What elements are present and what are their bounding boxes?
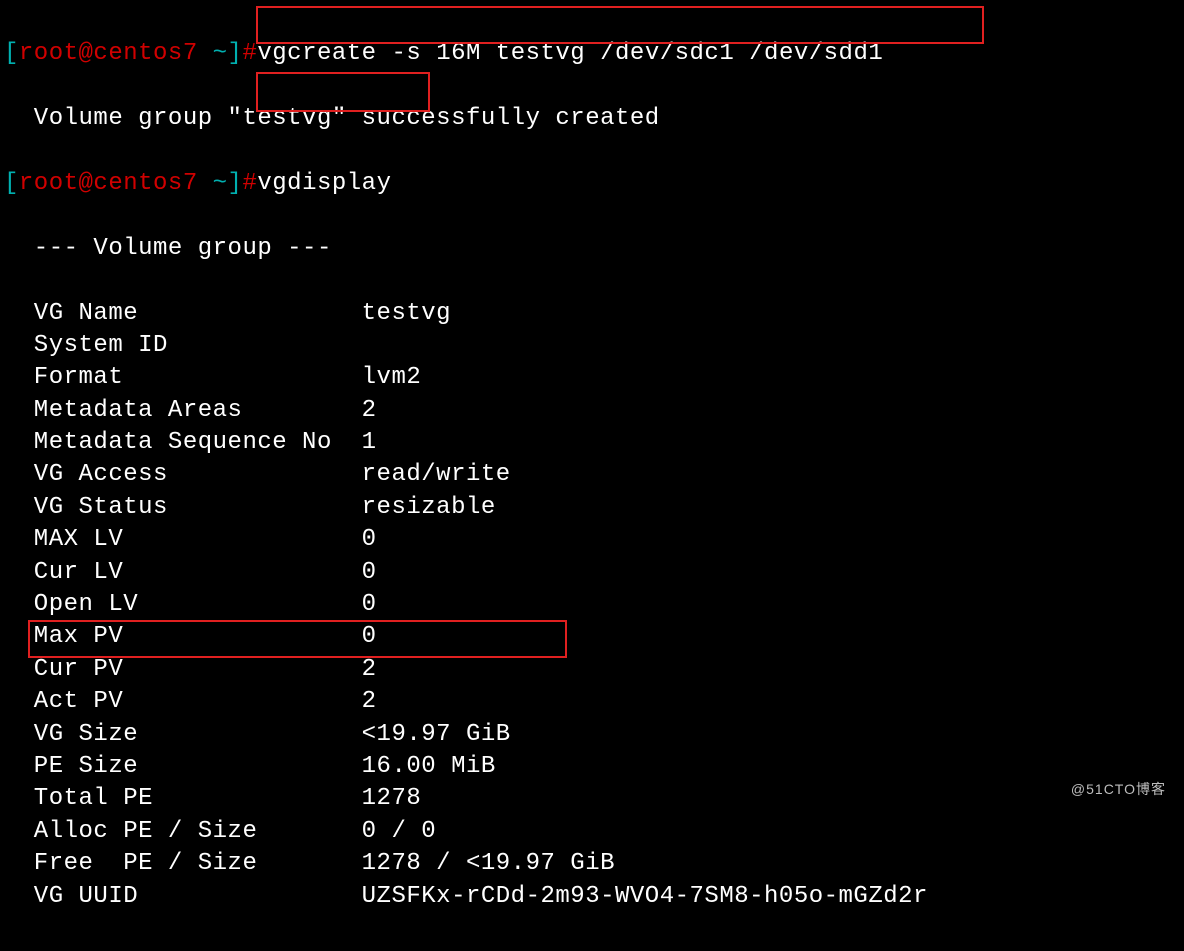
output-row: Total PE 1278 [4,783,1180,815]
output-rows: VG Name testvg System ID Format lvm2 Met… [4,298,1180,913]
output-row: Metadata Sequence No 1 [4,427,1180,459]
command-vgcreate: vgcreate -s 16M testvg /dev/sdc1 /dev/sd… [257,40,883,67]
row-value: read/write [362,461,511,488]
row-label: VG Access [4,461,362,488]
prompt-bracket-close: ] [228,170,243,197]
watermark: @51CTO博客 [1071,780,1166,799]
row-label: System ID [4,332,362,359]
row-value: 0 / 0 [362,818,437,845]
prompt-user-host: root@centos7 [19,40,198,67]
row-label: Total PE [4,785,362,812]
output-row: PE Size 16.00 MiB [4,751,1180,783]
line-vgcreate[interactable]: [root@centos7 ~]#vgcreate -s 16M testvg … [4,38,1180,70]
row-value: 0 [362,591,377,618]
output-header: --- Volume group --- [4,233,1180,265]
row-value: resizable [362,494,496,521]
terminal[interactable]: [root@centos7 ~]#vgcreate -s 16M testvg … [0,0,1184,951]
output-row: VG Status resizable [4,492,1180,524]
output-row: Free PE / Size 1278 / <19.97 GiB [4,848,1180,880]
output-row: Act PV 2 [4,686,1180,718]
output-row: Cur PV 2 [4,654,1180,686]
output-row: Open LV 0 [4,589,1180,621]
line-vgdisplay[interactable]: [root@centos7 ~]#vgdisplay [4,168,1180,200]
row-label: VG Name [4,300,362,327]
row-value: 1278 / <19.97 GiB [362,850,615,877]
row-label: MAX LV [4,526,362,553]
row-value: 0 [362,623,377,650]
row-label: Metadata Sequence No [4,429,362,456]
prompt-path: ~ [213,40,228,67]
row-label: Cur PV [4,656,362,683]
output-row: Alloc PE / Size 0 / 0 [4,816,1180,848]
prompt-path: ~ [213,170,228,197]
prompt-bracket-open: [ [4,170,19,197]
output-row: Max PV 0 [4,621,1180,653]
row-value: 0 [362,559,377,586]
row-value: 16.00 MiB [362,753,496,780]
row-label: Free PE / Size [4,850,362,877]
output-row: MAX LV 0 [4,524,1180,556]
prompt-separator [198,170,213,197]
output-row: VG Size <19.97 GiB [4,719,1180,751]
prompt-hash: # [242,40,257,67]
prompt-bracket-open: [ [4,40,19,67]
row-label: PE Size [4,753,362,780]
row-value: 2 [362,688,377,715]
output-row: Metadata Areas 2 [4,395,1180,427]
row-value: UZSFKx-rCDd-2m93-WVO4-7SM8-h05o-mGZd2r [362,883,928,910]
row-value: testvg [362,300,451,327]
row-value: lvm2 [362,364,422,391]
row-label: Metadata Areas [4,397,362,424]
output-row: VG Name testvg [4,298,1180,330]
row-value: <19.97 GiB [362,721,511,748]
output-created-line: Volume group "testvg" successfully creat… [4,103,1180,135]
prompt-hash: # [242,170,257,197]
prompt-bracket-close: ] [228,40,243,67]
row-label: VG UUID [4,883,362,910]
prompt-user-host: root@centos7 [19,170,198,197]
output-row: System ID [4,330,1180,362]
row-label: VG Size [4,721,362,748]
row-value: 1278 [362,785,422,812]
row-label: Cur LV [4,559,362,586]
output-row: Format lvm2 [4,362,1180,394]
command-vgdisplay: vgdisplay [257,170,391,197]
row-value: 1 [362,429,377,456]
prompt-separator [198,40,213,67]
row-label: Act PV [4,688,362,715]
row-label: Max PV [4,623,362,650]
row-value: 2 [362,656,377,683]
row-label: Open LV [4,591,362,618]
row-value: 0 [362,526,377,553]
row-value: 2 [362,397,377,424]
output-row: Cur LV 0 [4,557,1180,589]
row-label: Alloc PE / Size [4,818,362,845]
row-label: Format [4,364,362,391]
output-row: VG Access read/write [4,459,1180,491]
row-label: VG Status [4,494,362,521]
output-row: VG UUID UZSFKx-rCDd-2m93-WVO4-7SM8-h05o-… [4,881,1180,913]
